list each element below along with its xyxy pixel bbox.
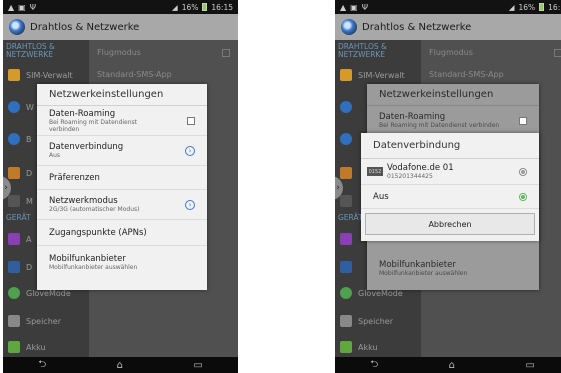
sidebar-item-sim[interactable]: SIM-Verwalt (3, 64, 89, 86)
option-vodafone[interactable]: 0152 Vodafone.de 01 015201344425 (361, 159, 539, 185)
network-operator-item[interactable]: Mobilfunkanbieter Mobilfunkanbieter ausw… (367, 248, 539, 288)
sidebar-item-sim[interactable]: SIM-Verwalt (335, 64, 421, 86)
audio-icon (340, 233, 352, 245)
battery-level: 16% (181, 2, 199, 12)
battery-settings-icon (8, 341, 20, 353)
status-bar: ▲ ▣ Ψ ◢ 16% 16:15 (3, 0, 238, 14)
battery-level: 16% (518, 2, 536, 12)
dialog-title: Netzwerkeinstellungen (37, 84, 207, 106)
airplane-mode-checkbox[interactable] (554, 48, 561, 57)
data-roaming-checkbox[interactable] (187, 116, 195, 125)
option-off[interactable]: Aus (361, 185, 539, 209)
access-points-item[interactable]: Zugangspunkte (APNs) (37, 220, 207, 246)
action-bar: Drahtlos & Netzwerke (3, 14, 238, 40)
bluetooth-icon (8, 133, 20, 145)
battery-settings-icon (340, 341, 352, 353)
phone-screen-left: ▲ ▣ Ψ ◢ 16% 16:15 Drahtlos & Netzwerke DRA… (3, 0, 238, 373)
dialog-title: Netzwerkeinstellungen (367, 84, 539, 106)
data-roaming-item[interactable]: Daten-Roaming Bei Roaming mit Datendiens… (37, 106, 207, 136)
warning-icon: ▲ (340, 2, 347, 12)
home-icon[interactable]: ⌂ (449, 360, 455, 371)
network-mode-item[interactable]: Netzwerkmodus 2G/3G (automatischer Modus… (37, 190, 207, 220)
sim-badge: 0152 (367, 167, 383, 176)
sidebar-item-battery[interactable]: Akku (335, 336, 421, 358)
data-roaming-item[interactable]: Daten-Roaming Bei Roaming mit Datendiens… (367, 106, 539, 136)
airplane-mode-checkbox[interactable] (222, 48, 230, 57)
home-icon[interactable]: ⌂ (117, 360, 123, 371)
network-settings-dialog: Netzwerkeinstellungen Daten-Roaming Bei … (37, 84, 207, 290)
section-header-wireless: DRAHTLOS & NETZWERKE (6, 42, 55, 59)
status-bar: ▲▣Ψ ◢ 16% 16:1 (335, 0, 561, 14)
page-title: Drahtlos & Netzwerke (362, 21, 472, 33)
warning-icon: ▲ (8, 2, 15, 12)
section-header-device: GERÄT (338, 213, 363, 222)
airplane-mode-row[interactable]: Flugmodus (429, 48, 561, 57)
back-icon[interactable]: ⮌ (370, 357, 378, 373)
recents-icon[interactable]: ▭ (193, 360, 202, 371)
battery-icon (539, 3, 545, 11)
sidebar-item-storage[interactable]: Speicher (335, 310, 421, 332)
data-connection-item[interactable]: Datenverbindung Aus › (37, 136, 207, 166)
image-icon: ▣ (350, 2, 358, 12)
data-usage-icon (8, 167, 20, 179)
sidebar-item-battery[interactable]: Akku (3, 336, 89, 358)
clock: 16:15 (211, 2, 233, 12)
settings-app-icon[interactable] (341, 19, 357, 35)
usb-icon: Ψ (361, 2, 369, 12)
action-bar: Drahtlos & Netzwerke (335, 14, 561, 40)
usb-icon: Ψ (29, 2, 37, 12)
default-sms-row[interactable]: Standard-SMS-App (97, 70, 230, 79)
data-roaming-checkbox[interactable] (519, 116, 527, 125)
page-title: Drahtlos & Netzwerke (30, 21, 140, 33)
display-icon (340, 261, 352, 273)
radio-off[interactable] (519, 192, 527, 201)
airplane-mode-row[interactable]: Flugmodus (97, 48, 230, 57)
radio-vodafone[interactable] (519, 167, 527, 176)
phone-screen-right: ▲▣Ψ ◢ 16% 16:1 Drahtlos & Netzwerke DRAH… (335, 0, 561, 373)
section-header-wireless: DRAHTLOS & NETZWERKE (338, 42, 387, 59)
default-sms-row[interactable]: Standard-SMS-App (429, 70, 561, 79)
wifi-icon (8, 101, 20, 113)
dialog-title: Datenverbindung (361, 133, 539, 159)
storage-icon (8, 315, 20, 327)
bluetooth-icon (340, 133, 352, 145)
navigation-bar: ⮌ ⌂ ▭ (335, 357, 561, 373)
network-operator-item[interactable]: Mobilfunkanbieter Mobilfunkanbieter ausw… (37, 246, 207, 278)
wifi-icon (340, 101, 352, 113)
more-icon (340, 195, 352, 207)
data-connection-dialog: Datenverbindung 0152 Vodafone.de 01 0152… (361, 133, 539, 241)
back-icon[interactable]: ⮌ (38, 357, 46, 373)
settings-app-icon[interactable] (9, 19, 25, 35)
clock: 16:1 (548, 2, 561, 12)
chevron-right-icon: › (185, 145, 195, 156)
recents-icon[interactable]: ▭ (525, 360, 534, 371)
section-header-device: GERÄT (6, 213, 31, 222)
image-icon: ▣ (18, 2, 26, 12)
cancel-button[interactable]: Abbrechen (365, 213, 535, 235)
glove-icon (340, 287, 352, 299)
navigation-bar: ⮌ ⌂ ▭ (3, 357, 238, 373)
glove-icon (8, 287, 20, 299)
battery-icon (202, 3, 208, 11)
audio-icon (8, 233, 20, 245)
signal-icon: ◢ (171, 2, 178, 12)
sim-icon (340, 69, 352, 81)
storage-icon (340, 315, 352, 327)
sidebar-item-storage[interactable]: Speicher (3, 310, 89, 332)
preferences-item[interactable]: Präferenzen (37, 166, 207, 190)
more-icon (8, 195, 20, 207)
chevron-right-icon: › (185, 199, 195, 210)
data-usage-icon (340, 167, 352, 179)
display-icon (8, 261, 20, 273)
sim-icon (8, 69, 20, 81)
signal-icon: ◢ (508, 2, 515, 12)
